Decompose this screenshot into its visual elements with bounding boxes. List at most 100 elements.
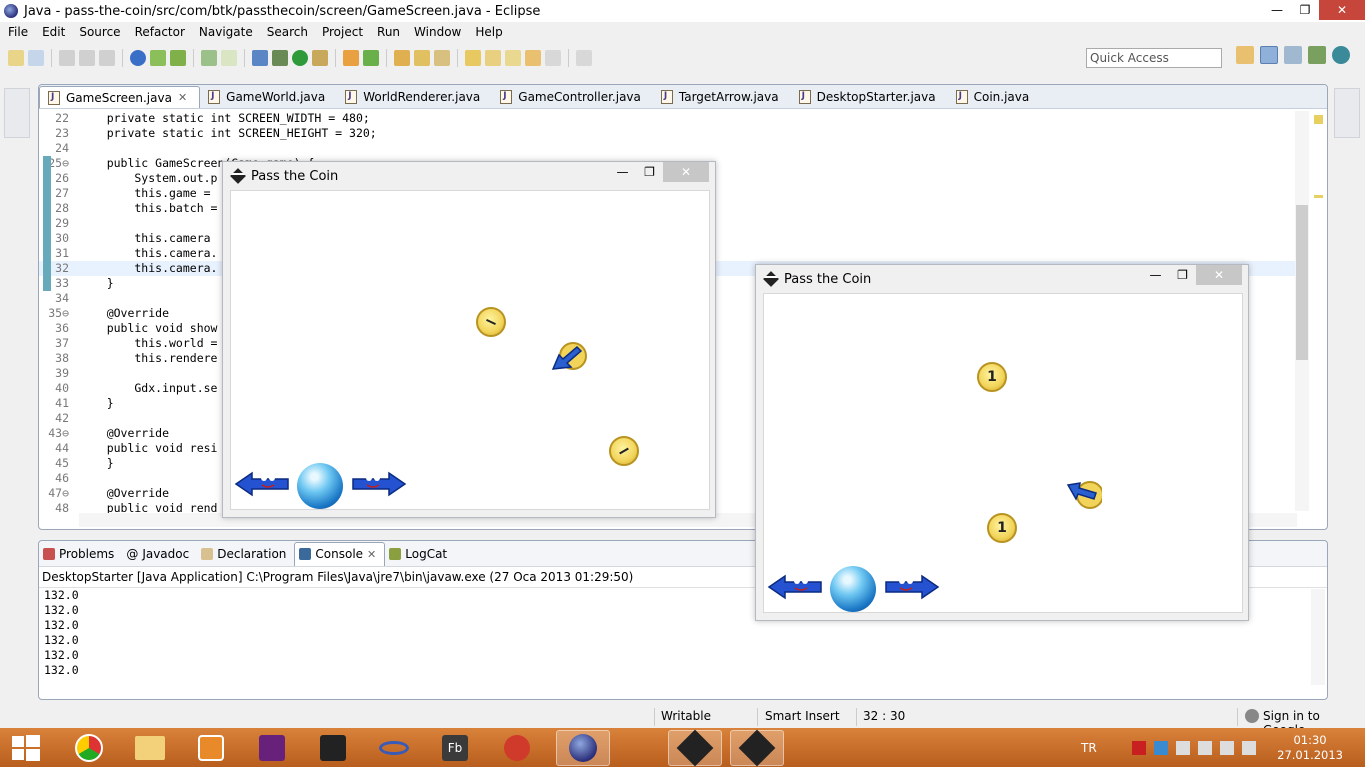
- left-arrow-button[interactable]: [234, 470, 290, 498]
- network-icon[interactable]: [1220, 740, 1234, 755]
- next-annotation-icon[interactable]: [465, 50, 481, 66]
- visual-studio-taskbar-button[interactable]: [245, 730, 299, 766]
- quick-access-input[interactable]: Quick Access: [1086, 48, 1222, 68]
- open-perspective-icon[interactable]: [1236, 46, 1254, 64]
- tab-javadoc[interactable]: @ Javadoc: [122, 542, 197, 566]
- avira-icon[interactable]: [1132, 740, 1146, 755]
- debug-icon[interactable]: [272, 50, 288, 66]
- ccleaner-taskbar-button[interactable]: [490, 730, 544, 766]
- pass-ball-button[interactable]: [830, 566, 876, 612]
- language-indicator[interactable]: TR: [1081, 728, 1097, 767]
- menu-project[interactable]: Project: [314, 25, 369, 39]
- pass-ball-button[interactable]: [297, 463, 343, 509]
- tab-desktopstarter[interactable]: DesktopStarter.java: [791, 86, 948, 108]
- maximize-button[interactable]: ❐: [1291, 0, 1319, 20]
- right-arrow-button[interactable]: [884, 573, 940, 601]
- tab-gamescreen[interactable]: GameScreen.java ✕: [39, 86, 201, 108]
- android-icon[interactable]: [221, 50, 237, 66]
- menu-run[interactable]: Run: [369, 25, 406, 39]
- left-arrow-button[interactable]: [767, 573, 823, 601]
- menu-file[interactable]: File: [0, 25, 34, 39]
- checkbox-task-icon[interactable]: [201, 50, 217, 66]
- eclipse-taskbar-button[interactable]: [556, 730, 610, 766]
- menu-help[interactable]: Help: [467, 25, 508, 39]
- close-button[interactable]: ✕: [1319, 0, 1365, 20]
- flag-icon[interactable]: [1176, 740, 1190, 755]
- minimize-button[interactable]: —: [1142, 265, 1169, 285]
- right-arrow-button[interactable]: [351, 470, 407, 498]
- game-taskbar-button-1[interactable]: [668, 729, 722, 767]
- menu-search[interactable]: Search: [259, 25, 314, 39]
- run-icon[interactable]: [292, 50, 308, 66]
- brackets-taskbar-button[interactable]: [306, 730, 360, 766]
- back-icon[interactable]: [525, 50, 541, 66]
- editor-scroll-thumb[interactable]: [1296, 205, 1308, 360]
- tab-declaration[interactable]: Declaration: [197, 542, 294, 566]
- team-perspective-icon[interactable]: [1332, 46, 1350, 64]
- coin[interactable]: [609, 436, 639, 466]
- tab-gamecontroller[interactable]: GameController.java: [492, 86, 653, 108]
- warning-marker[interactable]: [1314, 115, 1323, 124]
- tab-targetarrow[interactable]: TargetArrow.java: [653, 86, 791, 108]
- last-edit-icon[interactable]: [505, 50, 521, 66]
- flash-builder-taskbar-button[interactable]: Fb: [428, 730, 482, 766]
- media-player-taskbar-button[interactable]: [184, 730, 238, 766]
- coin[interactable]: [476, 307, 506, 337]
- menu-window[interactable]: Window: [406, 25, 467, 39]
- tab-close-icon[interactable]: ✕: [367, 548, 376, 561]
- maximize-button[interactable]: ❐: [636, 162, 663, 182]
- battery-icon[interactable]: [1198, 740, 1212, 755]
- infinity-taskbar-button[interactable]: [367, 730, 421, 766]
- tab-console[interactable]: Console ✕: [294, 541, 386, 566]
- code-line[interactable]: 23 private static int SCREEN_HEIGHT = 32…: [39, 126, 1297, 141]
- occurrence-marker[interactable]: [1314, 195, 1323, 198]
- open-task-icon[interactable]: [414, 50, 430, 66]
- minimize-button[interactable]: —: [609, 162, 636, 182]
- target-arrow[interactable]: [551, 341, 587, 371]
- tab-close-icon[interactable]: ✕: [178, 91, 187, 104]
- maximize-button[interactable]: ❐: [1169, 265, 1196, 285]
- game-canvas[interactable]: 1 1: [763, 293, 1243, 613]
- lint-icon[interactable]: [170, 50, 186, 66]
- volume-icon[interactable]: [1242, 740, 1256, 755]
- avd-manager-icon[interactable]: [150, 50, 166, 66]
- start-button[interactable]: [0, 730, 52, 766]
- save-all-icon[interactable]: [79, 50, 95, 66]
- search-icon[interactable]: [434, 50, 450, 66]
- coin[interactable]: 1: [987, 513, 1017, 543]
- close-button[interactable]: ✕: [663, 162, 709, 182]
- save-icon[interactable]: [59, 50, 75, 66]
- close-button[interactable]: ✕: [1196, 265, 1242, 285]
- menu-navigate[interactable]: Navigate: [191, 25, 259, 39]
- minimize-button[interactable]: —: [1263, 0, 1291, 20]
- menu-edit[interactable]: Edit: [34, 25, 71, 39]
- new-java-class-icon[interactable]: [363, 50, 379, 66]
- open-type-icon[interactable]: [394, 50, 410, 66]
- code-line[interactable]: 22 private static int SCREEN_WIDTH = 480…: [39, 111, 1297, 126]
- menu-refactor[interactable]: Refactor: [127, 25, 191, 39]
- tab-gameworld[interactable]: GameWorld.java: [200, 86, 337, 108]
- clock[interactable]: 01:30 27.01.2013: [1277, 733, 1343, 763]
- new-project-icon[interactable]: [28, 50, 44, 66]
- skip-breakpoints-icon[interactable]: [252, 50, 268, 66]
- previous-annotation-icon[interactable]: [485, 50, 501, 66]
- dropbox-icon[interactable]: [1154, 740, 1168, 755]
- code-line[interactable]: 24: [39, 141, 1297, 156]
- game-taskbar-button-2[interactable]: [730, 729, 784, 767]
- print-icon[interactable]: [99, 50, 115, 66]
- target-arrow[interactable]: [1066, 479, 1102, 509]
- explorer-taskbar-button[interactable]: [123, 730, 177, 766]
- menu-source[interactable]: Source: [71, 25, 126, 39]
- coin[interactable]: 1: [977, 362, 1007, 392]
- game-canvas[interactable]: [230, 190, 710, 510]
- chrome-taskbar-button[interactable]: [62, 730, 116, 766]
- forward-icon[interactable]: [545, 50, 561, 66]
- tab-problems[interactable]: Problems: [39, 542, 122, 566]
- external-tools-icon[interactable]: [312, 50, 328, 66]
- tab-coin[interactable]: Coin.java: [948, 86, 1042, 108]
- new-icon[interactable]: [8, 50, 24, 66]
- ddms-perspective-icon[interactable]: [1284, 46, 1302, 64]
- pin-editor-icon[interactable]: [576, 50, 592, 66]
- android-sdk-icon[interactable]: [130, 50, 146, 66]
- tab-worldrenderer[interactable]: WorldRenderer.java: [337, 86, 492, 108]
